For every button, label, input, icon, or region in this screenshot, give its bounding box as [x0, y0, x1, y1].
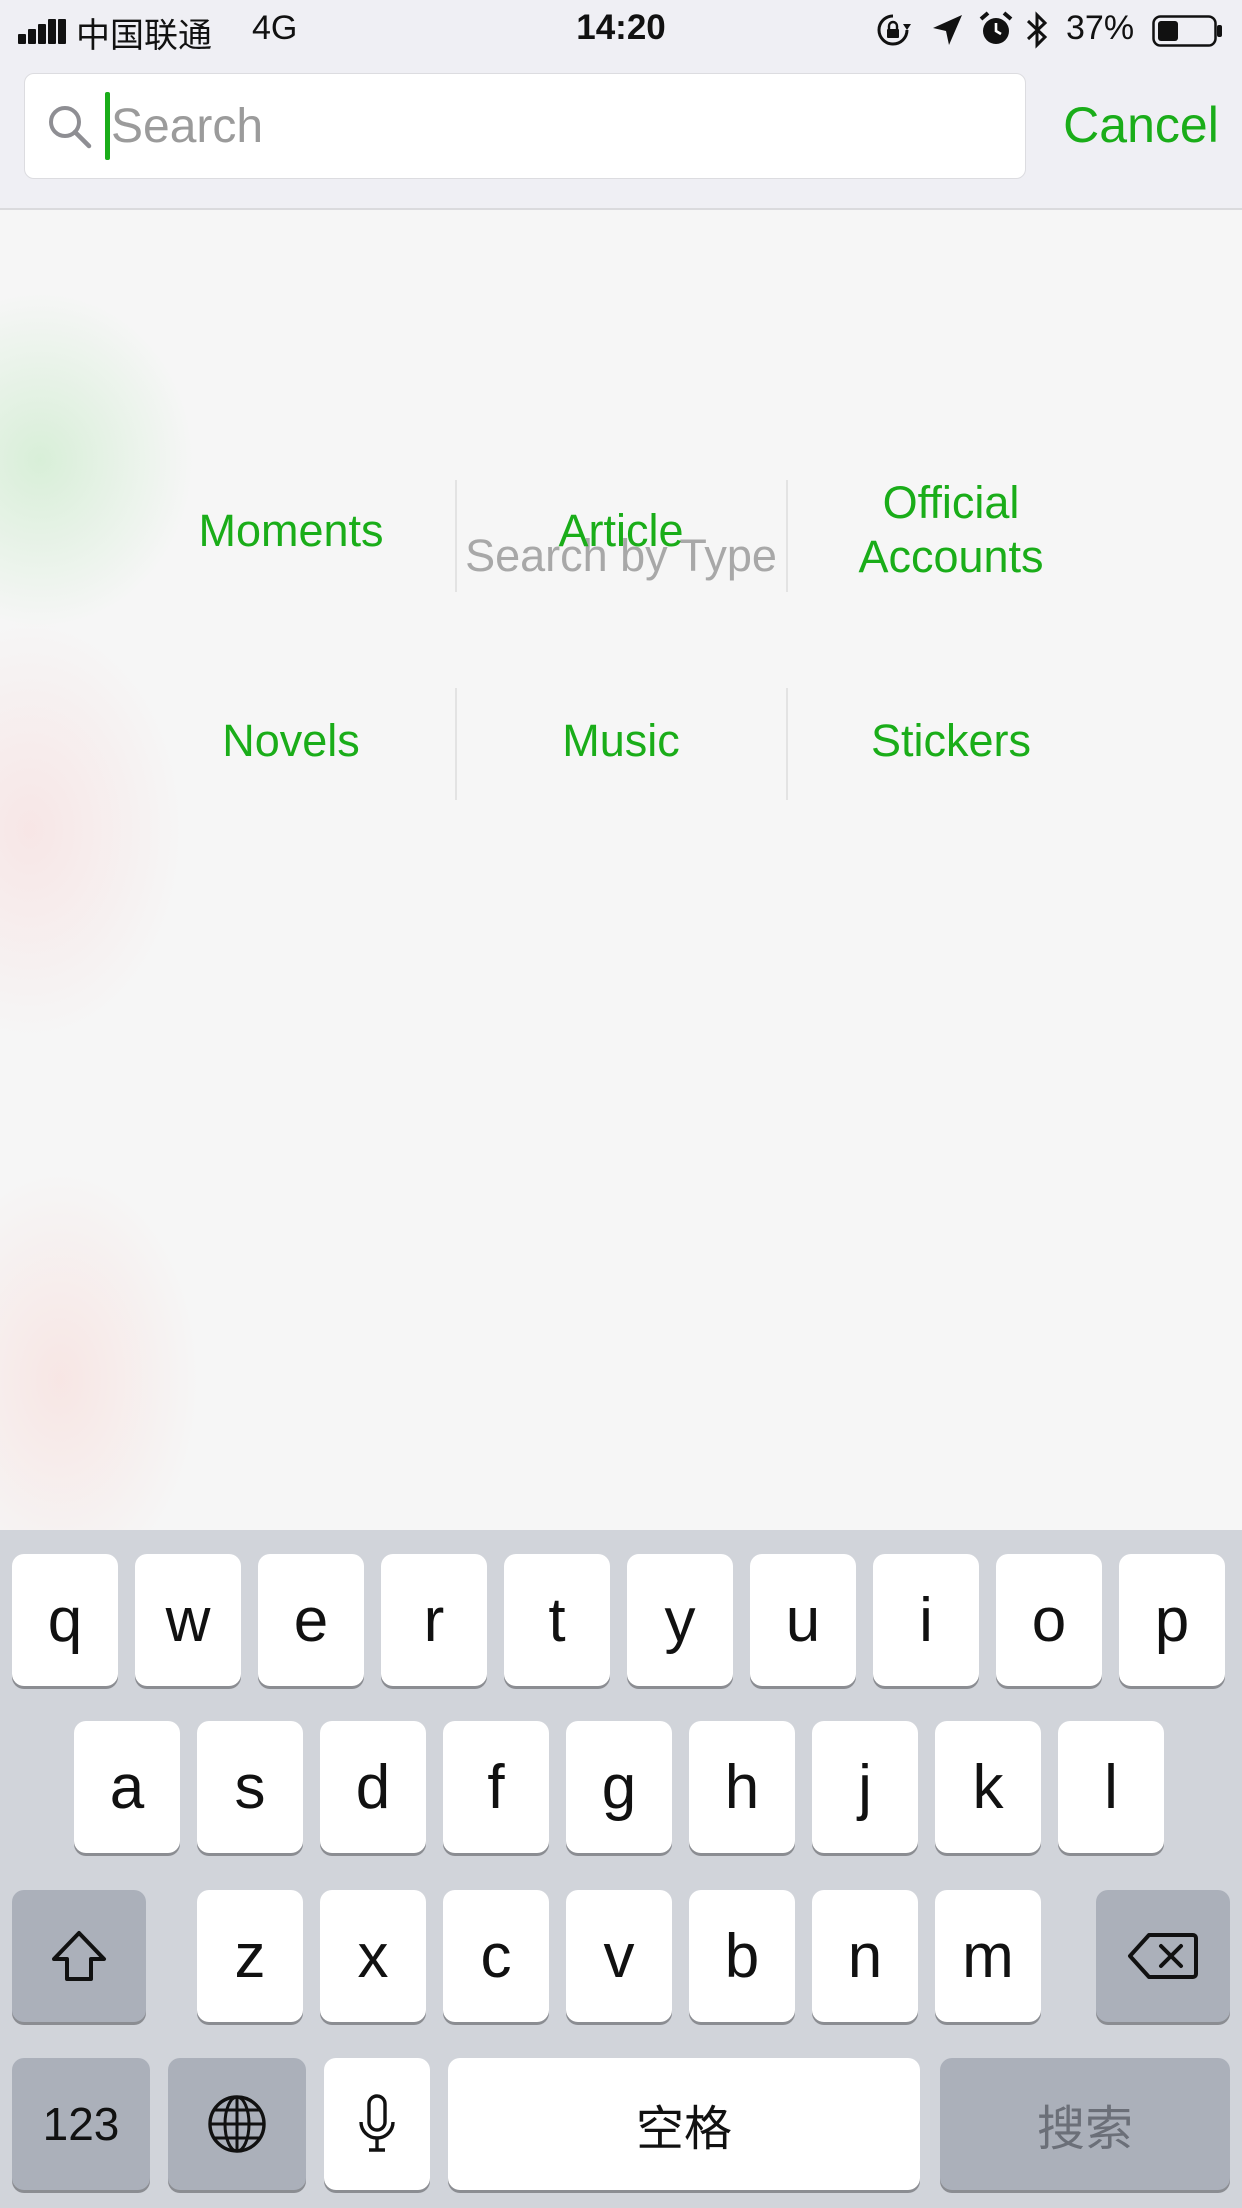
- search-icon: [49, 106, 92, 149]
- key-c[interactable]: c: [443, 1890, 549, 2022]
- microphone-key[interactable]: [324, 2058, 430, 2190]
- space-key-label: 空格: [635, 2103, 732, 2156]
- microphone-icon: [359, 2094, 395, 2152]
- key-label: h: [724, 1752, 760, 1822]
- shift-icon: [52, 1931, 106, 1981]
- key-f[interactable]: f: [443, 1721, 549, 1853]
- type-article[interactable]: Article: [456, 504, 786, 558]
- numbers-key[interactable]: 123: [12, 2058, 150, 2190]
- key-label: m: [962, 1921, 1014, 1991]
- type-official-accounts-line1: Official: [882, 477, 1020, 528]
- type-novels[interactable]: Novels: [126, 714, 456, 768]
- type-moments[interactable]: Moments: [126, 504, 456, 558]
- key-k[interactable]: k: [935, 1721, 1041, 1853]
- globe-icon: [208, 2095, 266, 2153]
- battery-icon: [1152, 15, 1222, 47]
- type-stickers[interactable]: Stickers: [786, 714, 1116, 768]
- key-t[interactable]: t: [504, 1554, 610, 1686]
- key-q[interactable]: q: [12, 1554, 118, 1686]
- key-label: u: [785, 1585, 821, 1655]
- key-label: j: [858, 1752, 872, 1822]
- key-label: k: [972, 1752, 1004, 1822]
- key-label: s: [234, 1752, 266, 1822]
- delete-icon: [1128, 1933, 1198, 1979]
- key-label: f: [487, 1752, 505, 1822]
- key-label: x: [357, 1921, 389, 1991]
- key-label: e: [293, 1585, 329, 1655]
- battery-percent: 37%: [1066, 9, 1135, 47]
- text-cursor: [105, 92, 110, 160]
- rotation-lock-icon: [877, 14, 911, 46]
- key-label: q: [47, 1585, 83, 1655]
- space-key[interactable]: 空格: [448, 2058, 920, 2190]
- key-label: i: [919, 1585, 933, 1655]
- key-g[interactable]: g: [566, 1721, 672, 1853]
- key-y[interactable]: y: [627, 1554, 733, 1686]
- key-p[interactable]: p: [1119, 1554, 1225, 1686]
- key-r[interactable]: r: [381, 1554, 487, 1686]
- key-d[interactable]: d: [320, 1721, 426, 1853]
- search-key-label: 搜索: [1036, 2103, 1133, 2156]
- bluetooth-icon: [1026, 11, 1048, 49]
- key-e[interactable]: e: [258, 1554, 364, 1686]
- key-label: n: [847, 1921, 883, 1991]
- key-a[interactable]: a: [74, 1721, 180, 1853]
- key-label: r: [423, 1585, 445, 1655]
- key-v[interactable]: v: [566, 1890, 672, 2022]
- key-label: c: [480, 1921, 512, 1991]
- key-h[interactable]: h: [689, 1721, 795, 1853]
- key-label: w: [165, 1585, 211, 1655]
- key-w[interactable]: w: [135, 1554, 241, 1686]
- key-label: d: [355, 1752, 391, 1822]
- key-label: p: [1154, 1585, 1190, 1655]
- cancel-button[interactable]: Cancel: [1040, 88, 1242, 162]
- type-music[interactable]: Music: [456, 714, 786, 768]
- key-s[interactable]: s: [197, 1721, 303, 1853]
- key-label: l: [1104, 1752, 1118, 1822]
- globe-key[interactable]: [168, 2058, 306, 2190]
- shift-key[interactable]: [12, 1890, 146, 2022]
- key-j[interactable]: j: [812, 1721, 918, 1853]
- key-label: g: [601, 1752, 637, 1822]
- search-by-type-panel: Search by Type Moments Article Official …: [0, 210, 1242, 1530]
- location-arrow-icon: [933, 15, 962, 45]
- key-label: y: [664, 1585, 696, 1655]
- key-label: o: [1031, 1585, 1067, 1655]
- status-time: 14:20: [576, 8, 666, 47]
- key-label: a: [109, 1752, 145, 1822]
- search-key[interactable]: 搜索: [940, 2058, 1230, 2190]
- status-bar: 中国联通 4G 14:20 37%: [0, 0, 1242, 60]
- key-b[interactable]: b: [689, 1890, 795, 2022]
- key-label: z: [234, 1921, 266, 1991]
- numbers-key-label: 123: [42, 2098, 120, 2150]
- key-l[interactable]: l: [1058, 1721, 1164, 1853]
- key-x[interactable]: x: [320, 1890, 426, 2022]
- key-label: b: [724, 1921, 760, 1991]
- key-n[interactable]: n: [812, 1890, 918, 2022]
- type-official-accounts-line2: Accounts: [858, 531, 1044, 582]
- keyboard: q w e r t y u i o p a s d f g h j k l z …: [0, 1530, 1242, 2208]
- key-o[interactable]: o: [996, 1554, 1102, 1686]
- alarm-icon: [979, 11, 1013, 44]
- key-u[interactable]: u: [750, 1554, 856, 1686]
- key-label: v: [603, 1921, 635, 1991]
- type-official-accounts[interactable]: Official Accounts: [786, 476, 1116, 584]
- search-bar[interactable]: [24, 73, 1026, 179]
- search-input[interactable]: [111, 92, 991, 160]
- delete-key[interactable]: [1096, 1890, 1230, 2022]
- key-m[interactable]: m: [935, 1890, 1041, 2022]
- key-i[interactable]: i: [873, 1554, 979, 1686]
- key-label: t: [548, 1585, 566, 1655]
- key-z[interactable]: z: [197, 1890, 303, 2022]
